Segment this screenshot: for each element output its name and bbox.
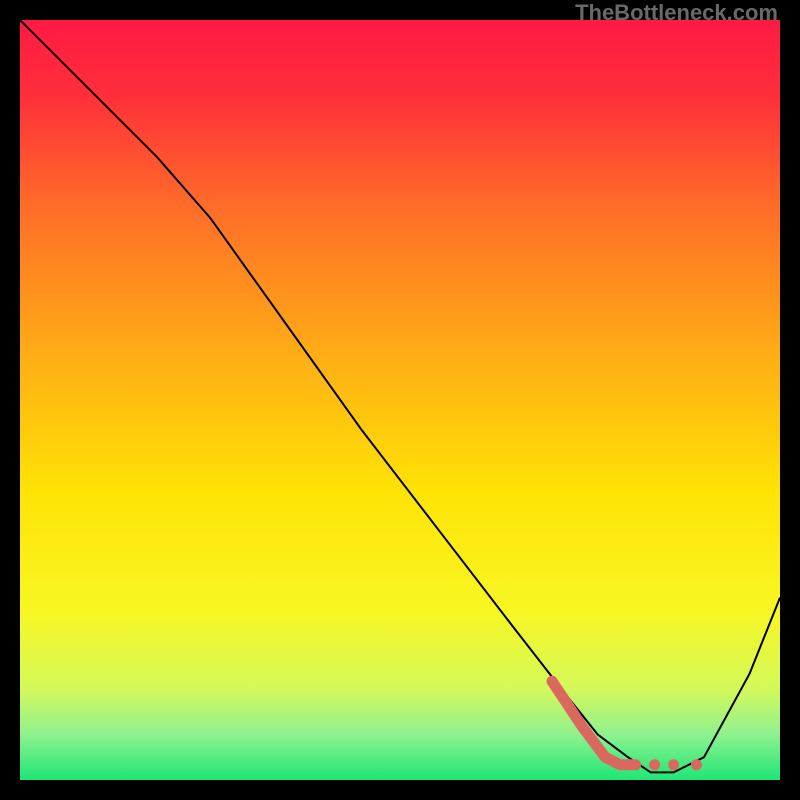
highlight-dot xyxy=(668,759,679,770)
highlight-dot xyxy=(649,759,660,770)
dots-layer xyxy=(649,759,702,770)
watermark-text: TheBottleneck.com xyxy=(575,0,778,26)
chart-frame xyxy=(20,20,780,780)
highlight-dot xyxy=(691,759,702,770)
bottleneck-chart xyxy=(20,20,780,780)
